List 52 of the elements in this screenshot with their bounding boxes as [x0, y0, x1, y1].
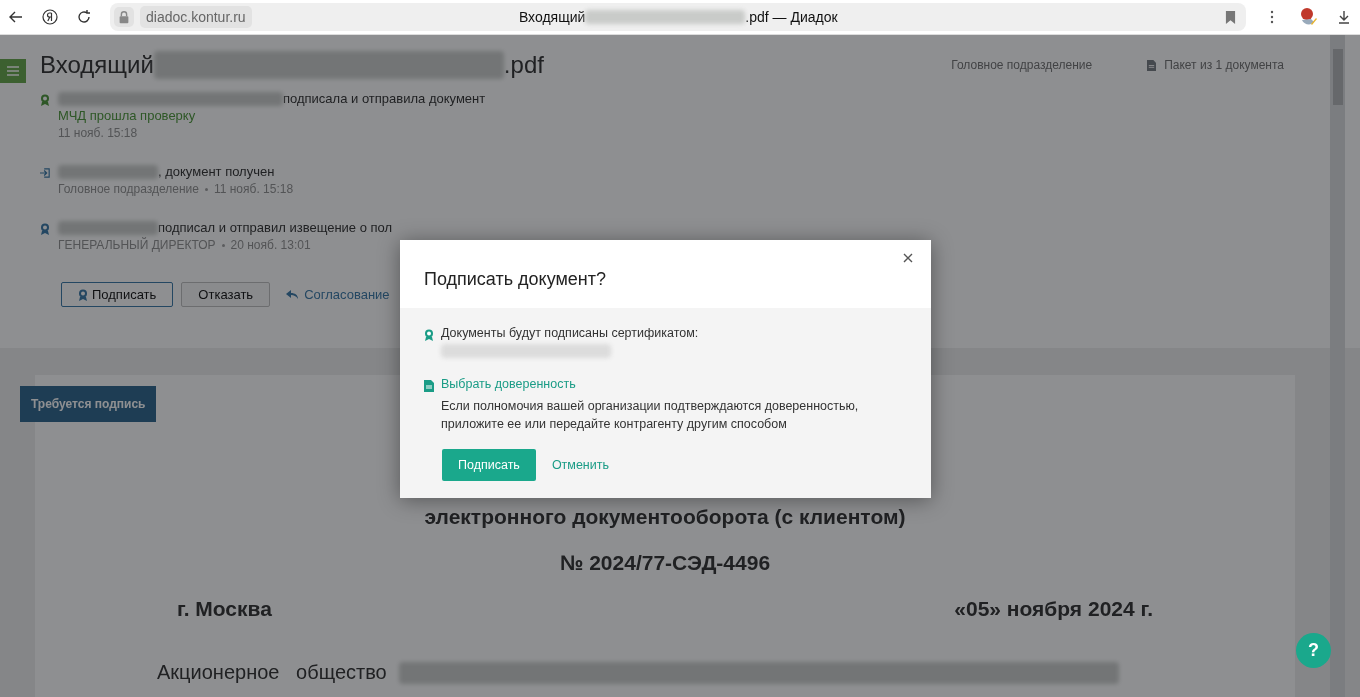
download-icon[interactable] [1336, 9, 1352, 25]
document-heading: электронного документооборота (с клиентом) [423, 505, 907, 529]
department-label: Головное подразделение [951, 58, 1093, 72]
certificate-label: Документы будут подписаны сертификатом: [441, 326, 699, 340]
event-meta: 11 нояб. 15:18 [58, 126, 138, 140]
document-icon [424, 380, 434, 392]
event-text: подписала и отправила документ [283, 91, 486, 106]
reload-icon[interactable] [76, 9, 92, 25]
seal-icon [40, 94, 50, 106]
sign-button[interactable]: Подписать [61, 282, 174, 307]
party-text: Акционерное общество [157, 661, 387, 684]
separator-dot [204, 187, 208, 191]
document-number: № 2024/77-СЭД-4496 [558, 551, 772, 575]
scrollbar[interactable] [1330, 35, 1345, 697]
cancel-button[interactable]: Отменить [551, 458, 609, 472]
hint-text: Если полномочия вашей организации подтверждаются доверенностью, приложите ее или передайте контрагенту другим способом [441, 398, 860, 433]
document-title: Входящий [40, 51, 154, 79]
approval-link[interactable]: Согласование [286, 287, 390, 302]
seal-icon [424, 329, 434, 341]
bookmark-icon[interactable] [1225, 10, 1236, 24]
address-text: diadoc.kontur.ru [140, 6, 252, 28]
confirm-sign-button[interactable]: Подписать [442, 449, 536, 481]
signature-required-badge: Требуется подпись [20, 386, 157, 422]
page-title: Входящий [518, 9, 586, 25]
lock-icon[interactable] [114, 7, 134, 27]
seal-icon [40, 223, 50, 235]
status-text: МЧД прошла проверку [58, 108, 197, 123]
dialog-title: Подписать документ? [424, 269, 607, 290]
separator-dot [221, 243, 225, 247]
back-icon[interactable] [8, 9, 24, 25]
browser-logo-icon[interactable] [42, 9, 58, 25]
package-link[interactable]: Пакет из 1 документа [1147, 58, 1284, 72]
reject-button[interactable]: Отказать [181, 282, 271, 307]
city-text: г. Москва [177, 597, 272, 621]
event-text: , документ получен [158, 164, 275, 179]
event-meta: Головное подразделение [58, 182, 199, 196]
inbox-arrow-icon [40, 167, 50, 179]
page-title: .pdf — Диадок [745, 9, 838, 25]
power-of-attorney-link[interactable]: Выбрать доверенность [441, 377, 907, 391]
event-time: 20 нояб. 13:01 [230, 238, 311, 252]
menu-icon [7, 66, 19, 76]
event-text: подписал и отправил извещение о пол [158, 220, 393, 235]
date-text: «05» ноября 2024 г. [954, 597, 1153, 621]
close-icon[interactable] [903, 253, 913, 263]
event-time: 11 нояб. 15:18 [213, 182, 294, 196]
seal-icon [78, 288, 88, 301]
event-meta: ГЕНЕРАЛЬНЫЙ ДИРЕКТОР [58, 238, 216, 252]
extension-icon[interactable] [1298, 7, 1318, 27]
document-icon [1147, 59, 1157, 71]
document-title: .pdf [503, 51, 544, 79]
reply-arrow-icon [286, 289, 299, 300]
address-bar[interactable]: diadoc.kontur.ru Входящий .pdf — Диадок [110, 3, 1246, 31]
